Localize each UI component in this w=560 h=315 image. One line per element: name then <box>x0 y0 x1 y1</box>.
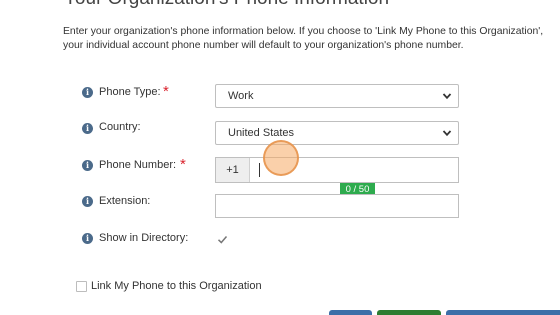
required-mark: * <box>163 83 169 100</box>
show-in-directory-label: Show in Directory: <box>99 232 189 244</box>
intro-line-2: your individual account phone number wil… <box>63 40 464 51</box>
intro-line-1: Enter your organization's phone informat… <box>63 26 544 37</box>
info-icon[interactable]: i <box>82 160 93 171</box>
intro-text: Enter your organization's phone informat… <box>63 25 560 53</box>
action-button[interactable] <box>446 310 560 315</box>
info-icon[interactable]: i <box>82 233 93 244</box>
extension-label: Extension: <box>99 195 151 207</box>
required-mark: * <box>180 156 186 173</box>
page-title: Your Organization's Phone Information <box>64 0 389 10</box>
phone-type-select[interactable]: Work <box>215 84 459 108</box>
action-button[interactable] <box>377 310 441 315</box>
country-select[interactable]: United States <box>215 121 459 145</box>
check-icon <box>217 236 228 244</box>
text-cursor <box>259 163 260 177</box>
info-icon[interactable]: i <box>82 196 93 207</box>
action-button[interactable] <box>329 310 372 315</box>
phone-type-value: Work <box>228 90 254 102</box>
extension-row: i Extension: <box>0 194 560 220</box>
click-indicator <box>263 140 299 176</box>
phone-type-row: i Phone Type: * Work <box>0 83 560 109</box>
info-icon[interactable]: i <box>82 87 93 98</box>
phone-type-label: Phone Type: <box>99 86 161 98</box>
show-in-directory-row: i Show in Directory: <box>0 231 560 257</box>
chevron-down-icon <box>442 93 452 100</box>
phone-number-field[interactable]: +1 <box>215 157 459 183</box>
country-label: Country: <box>99 121 141 133</box>
extension-input[interactable] <box>215 194 459 218</box>
chevron-down-icon <box>442 130 452 137</box>
phone-number-label: Phone Number: <box>99 159 177 171</box>
country-value: United States <box>228 127 295 139</box>
show-in-directory-checkbox[interactable] <box>217 234 228 245</box>
country-code-prefix: +1 <box>216 158 250 182</box>
info-icon[interactable]: i <box>82 123 93 134</box>
link-phone-label[interactable]: Link My Phone to this Organization <box>91 280 262 292</box>
link-phone-checkbox[interactable] <box>76 281 87 292</box>
